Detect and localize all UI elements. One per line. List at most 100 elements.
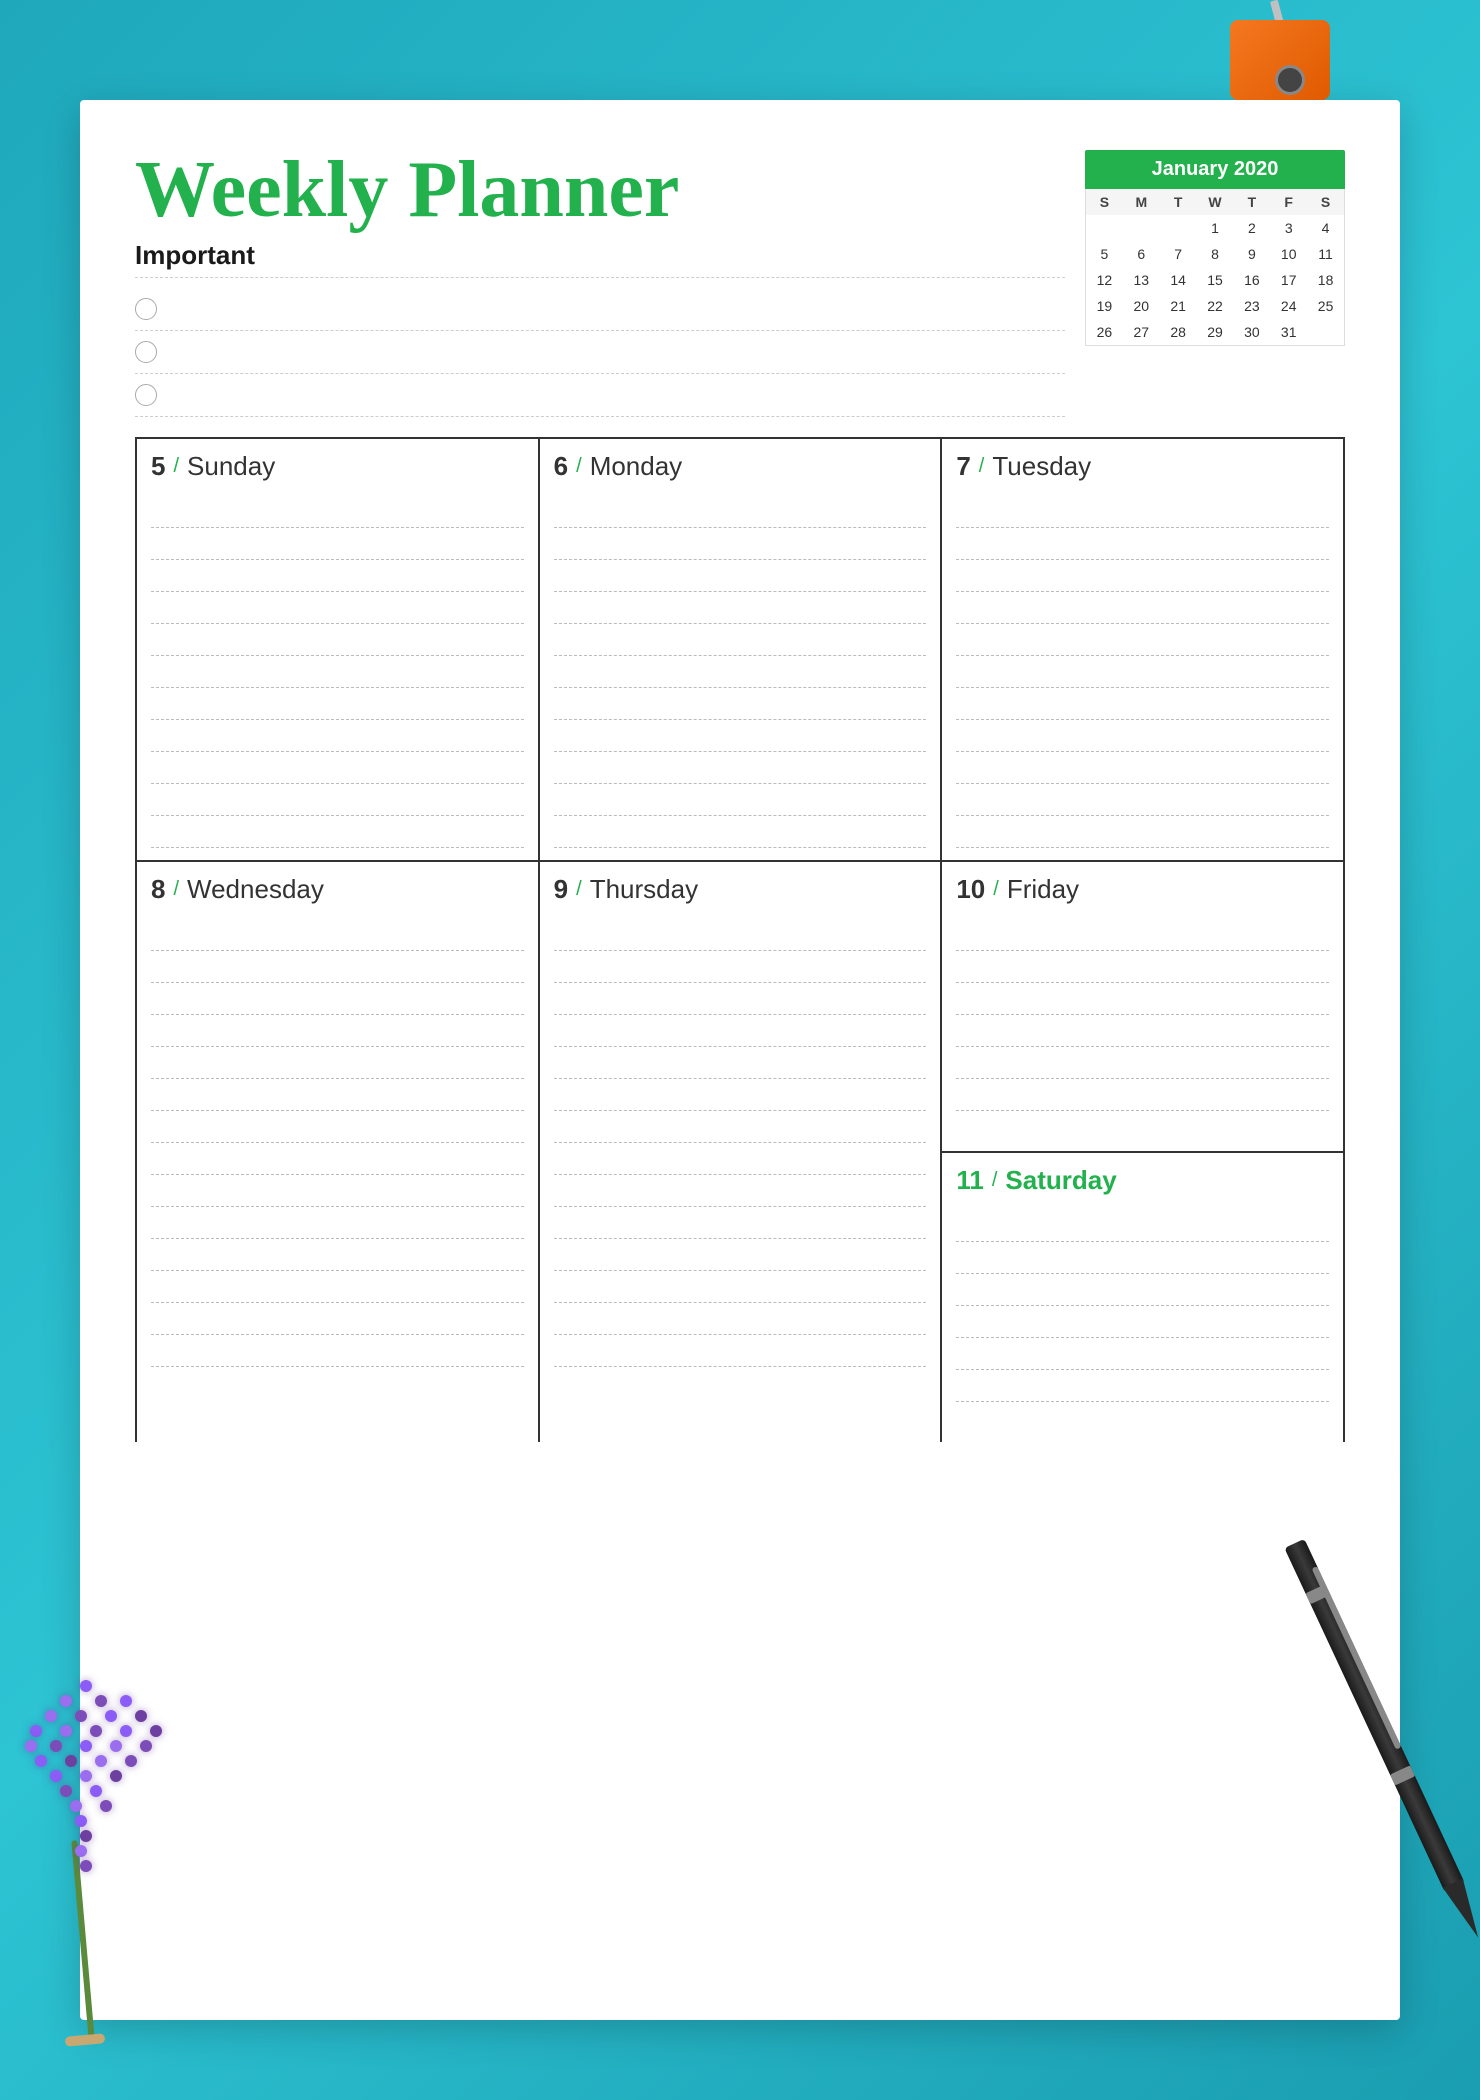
day-line[interactable] (151, 1335, 524, 1367)
day-line[interactable] (151, 951, 524, 983)
day-line[interactable] (956, 1210, 1329, 1242)
day-line[interactable] (554, 560, 927, 592)
cal-day-24: 24 (1270, 293, 1307, 319)
day-line[interactable] (554, 983, 927, 1015)
day-line[interactable] (956, 816, 1329, 848)
day-line[interactable] (554, 1207, 927, 1239)
day-line[interactable] (956, 592, 1329, 624)
cal-day-5: 5 (1086, 241, 1123, 267)
day-line[interactable] (554, 1335, 927, 1367)
day-line[interactable] (554, 624, 927, 656)
day-line[interactable] (151, 983, 524, 1015)
day-line[interactable] (554, 752, 927, 784)
day-line[interactable] (956, 983, 1329, 1015)
day-line[interactable] (956, 1015, 1329, 1047)
day-slash-sunday: / (173, 455, 179, 478)
day-line[interactable] (554, 1143, 927, 1175)
cal-day-empty (1123, 215, 1160, 241)
day-line[interactable] (956, 784, 1329, 816)
day-line[interactable] (554, 919, 927, 951)
day-line[interactable] (151, 720, 524, 752)
day-line[interactable] (151, 1207, 524, 1239)
day-line[interactable] (956, 1274, 1329, 1306)
day-line[interactable] (956, 656, 1329, 688)
friday-saturday-column: 10 / Friday 11 / Saturday (942, 862, 1345, 1442)
day-number-tuesday: 7 (956, 451, 970, 482)
cal-label-t1: T (1160, 189, 1197, 215)
day-line[interactable] (151, 1239, 524, 1271)
day-line[interactable] (151, 496, 524, 528)
day-line[interactable] (151, 528, 524, 560)
header: Weekly Planner Important January 2020 S (135, 150, 1345, 417)
day-line[interactable] (554, 1079, 927, 1111)
day-line[interactable] (554, 1239, 927, 1271)
day-line[interactable] (956, 624, 1329, 656)
day-line[interactable] (956, 752, 1329, 784)
day-line[interactable] (151, 1271, 524, 1303)
day-line[interactable] (956, 1370, 1329, 1402)
cal-day-21: 21 (1160, 293, 1197, 319)
day-line[interactable] (151, 816, 524, 848)
day-line[interactable] (151, 1303, 524, 1335)
day-cell-monday: 6 / Monday (540, 439, 943, 862)
important-item-2[interactable] (135, 331, 1065, 374)
day-line[interactable] (151, 688, 524, 720)
day-line[interactable] (554, 1047, 927, 1079)
cal-label-w: W (1197, 189, 1234, 215)
day-line[interactable] (151, 1143, 524, 1175)
important-label: Important (135, 240, 1065, 278)
day-line[interactable] (554, 656, 927, 688)
day-line[interactable] (554, 592, 927, 624)
day-line[interactable] (956, 1079, 1329, 1111)
day-cell-sunday: 5 / Sunday (137, 439, 540, 862)
day-line[interactable] (151, 656, 524, 688)
cal-label-s2: S (1307, 189, 1344, 215)
day-line[interactable] (554, 1111, 927, 1143)
day-line[interactable] (554, 1303, 927, 1335)
day-line[interactable] (554, 1015, 927, 1047)
day-line[interactable] (956, 1306, 1329, 1338)
important-item-1[interactable] (135, 288, 1065, 331)
day-header-friday: 10 / Friday (956, 874, 1329, 905)
day-line[interactable] (151, 592, 524, 624)
checkbox-2[interactable] (135, 341, 157, 363)
day-line[interactable] (151, 1175, 524, 1207)
day-line[interactable] (151, 784, 524, 816)
day-line[interactable] (956, 1242, 1329, 1274)
cal-day-15: 15 (1197, 267, 1234, 293)
day-line[interactable] (956, 560, 1329, 592)
day-line[interactable] (151, 1015, 524, 1047)
calendar-header: January 2020 (1085, 150, 1345, 189)
day-line[interactable] (956, 496, 1329, 528)
checkbox-3[interactable] (135, 384, 157, 406)
day-line[interactable] (554, 784, 927, 816)
day-line[interactable] (151, 1111, 524, 1143)
day-line[interactable] (956, 1047, 1329, 1079)
day-line[interactable] (151, 1079, 524, 1111)
day-line[interactable] (956, 720, 1329, 752)
day-line[interactable] (151, 919, 524, 951)
day-line[interactable] (151, 624, 524, 656)
day-line[interactable] (554, 688, 927, 720)
day-line[interactable] (554, 1271, 927, 1303)
cal-day-20: 20 (1123, 293, 1160, 319)
day-line[interactable] (956, 688, 1329, 720)
day-slash-tuesday: / (979, 455, 985, 478)
day-line[interactable] (151, 752, 524, 784)
day-line[interactable] (554, 951, 927, 983)
day-line[interactable] (554, 528, 927, 560)
day-line[interactable] (956, 528, 1329, 560)
day-line[interactable] (554, 496, 927, 528)
day-line[interactable] (554, 816, 927, 848)
day-line[interactable] (956, 951, 1329, 983)
checkbox-1[interactable] (135, 298, 157, 320)
day-header-thursday: 9 / Thursday (554, 874, 927, 905)
day-line[interactable] (956, 1338, 1329, 1370)
important-item-3[interactable] (135, 374, 1065, 417)
day-line[interactable] (554, 1175, 927, 1207)
day-line[interactable] (151, 560, 524, 592)
day-line[interactable] (151, 1047, 524, 1079)
day-line[interactable] (956, 919, 1329, 951)
day-line[interactable] (554, 720, 927, 752)
calendar-widget: January 2020 S M T W T F S 1 2 (1085, 150, 1345, 346)
